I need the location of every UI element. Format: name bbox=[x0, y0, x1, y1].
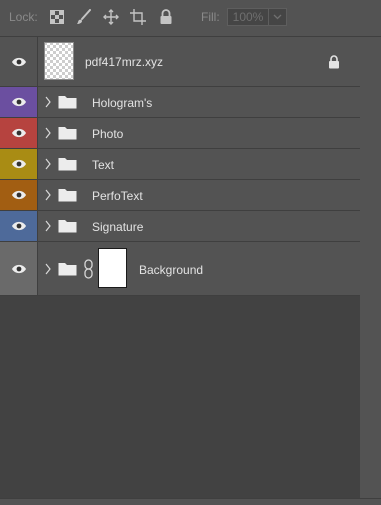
fill-label: Fill: bbox=[201, 10, 220, 24]
layer-name: Hologram's bbox=[92, 96, 153, 110]
eye-icon bbox=[11, 159, 26, 169]
visibility-toggle[interactable] bbox=[0, 180, 38, 210]
layer-name: PerfoText bbox=[92, 189, 143, 203]
folder-icon bbox=[58, 158, 77, 171]
chevron-right-icon[interactable] bbox=[44, 127, 52, 139]
layer-thumbnail bbox=[44, 42, 74, 80]
eye-icon bbox=[11, 264, 26, 273]
folder-icon bbox=[58, 189, 77, 202]
chevron-right-icon[interactable] bbox=[44, 96, 52, 108]
link-icon[interactable] bbox=[84, 259, 93, 279]
layer-row-signature[interactable]: Signature bbox=[0, 211, 360, 242]
lock-transparent-pixels-icon[interactable] bbox=[49, 9, 65, 25]
chevron-down-icon bbox=[273, 14, 282, 20]
visibility-toggle[interactable] bbox=[0, 118, 38, 148]
chevron-right-icon[interactable] bbox=[44, 189, 52, 201]
folder-icon bbox=[58, 96, 77, 109]
lock-position-icon[interactable] bbox=[103, 9, 119, 25]
layer-row-holograms[interactable]: Hologram's bbox=[0, 87, 360, 118]
visibility-toggle[interactable] bbox=[0, 149, 38, 179]
visibility-toggle[interactable] bbox=[0, 211, 38, 241]
eye-icon bbox=[11, 57, 26, 66]
layer-name: Signature bbox=[92, 220, 144, 234]
layer-name: Photo bbox=[92, 127, 124, 141]
lock-image-pixels-icon[interactable] bbox=[76, 9, 92, 25]
eye-icon bbox=[11, 221, 26, 231]
visibility-toggle[interactable] bbox=[0, 242, 38, 295]
fill-opacity-input[interactable]: 100% bbox=[227, 8, 269, 26]
fill-dropdown-button[interactable] bbox=[269, 8, 287, 26]
layer-row-background[interactable]: Background bbox=[0, 242, 360, 296]
chevron-right-icon[interactable] bbox=[44, 158, 52, 170]
folder-icon bbox=[58, 127, 77, 140]
lock-artboard-icon[interactable] bbox=[130, 9, 146, 25]
eye-icon bbox=[11, 97, 26, 107]
layer-mask-thumbnail[interactable] bbox=[98, 248, 127, 288]
visibility-toggle[interactable] bbox=[0, 87, 38, 117]
layer-row-perfotext[interactable]: PerfoText bbox=[0, 180, 360, 211]
layer-row-photo[interactable]: Photo bbox=[0, 118, 360, 149]
layers-list: pdf417mrz.xyz Hologram's Photo Text Perf… bbox=[0, 37, 381, 505]
folder-icon bbox=[58, 263, 77, 276]
layer-name: Text bbox=[92, 158, 115, 172]
lock-toolbar: Lock: Fill: 100% bbox=[0, 0, 381, 36]
layer-name: pdf417mrz.xyz bbox=[85, 55, 164, 69]
lock-icon bbox=[329, 55, 339, 69]
lock-all-icon[interactable] bbox=[158, 9, 174, 25]
lock-label: Lock: bbox=[9, 10, 38, 24]
eye-icon bbox=[11, 128, 26, 138]
folder-icon bbox=[58, 220, 77, 233]
visibility-toggle[interactable] bbox=[0, 37, 38, 86]
chevron-right-icon[interactable] bbox=[44, 263, 52, 275]
layer-row-text[interactable]: Text bbox=[0, 149, 360, 180]
panel-bottom-divider bbox=[0, 498, 381, 499]
eye-icon bbox=[11, 190, 26, 200]
layer-row-pdf417mrz[interactable]: pdf417mrz.xyz bbox=[0, 37, 360, 87]
scrollbar[interactable] bbox=[360, 37, 381, 505]
chevron-right-icon[interactable] bbox=[44, 220, 52, 232]
layer-name: Background bbox=[139, 263, 204, 277]
